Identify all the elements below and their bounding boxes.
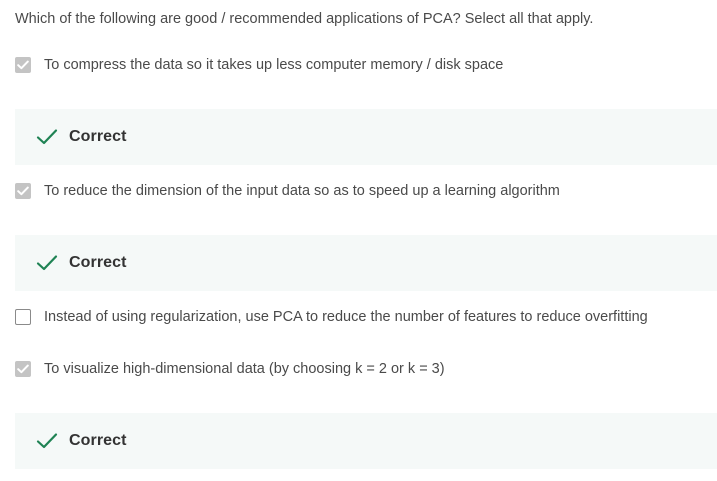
checkbox-unchecked[interactable] bbox=[15, 309, 31, 325]
checkmark-icon bbox=[17, 364, 29, 374]
feedback-correct: Correct bbox=[15, 109, 717, 165]
feedback-label: Correct bbox=[69, 254, 127, 271]
checkbox-checked[interactable] bbox=[15, 361, 31, 377]
feedback-label: Correct bbox=[69, 432, 127, 449]
checkmark-icon bbox=[17, 186, 29, 196]
option-label: Instead of using regularization, use PCA… bbox=[44, 309, 648, 325]
feedback-correct: Correct bbox=[15, 413, 717, 469]
option-visualize-data[interactable]: To visualize high-dimensional data (by c… bbox=[15, 359, 445, 379]
option-label: To visualize high-dimensional data (by c… bbox=[44, 361, 445, 377]
option-label: To reduce the dimension of the input dat… bbox=[44, 183, 560, 199]
checkmark-icon bbox=[17, 60, 29, 70]
feedback-correct: Correct bbox=[15, 235, 717, 291]
correct-check-icon bbox=[36, 432, 58, 450]
checkbox-checked[interactable] bbox=[15, 183, 31, 199]
option-instead-of-regularization[interactable]: Instead of using regularization, use PCA… bbox=[15, 307, 648, 327]
checkbox-checked[interactable] bbox=[15, 57, 31, 73]
question-text: Which of the following are good / recomm… bbox=[15, 11, 594, 27]
option-reduce-dimension[interactable]: To reduce the dimension of the input dat… bbox=[15, 181, 560, 201]
option-compress-data[interactable]: To compress the data so it takes up less… bbox=[15, 55, 503, 75]
correct-check-icon bbox=[36, 254, 58, 272]
option-label: To compress the data so it takes up less… bbox=[44, 57, 504, 73]
feedback-label: Correct bbox=[69, 128, 127, 145]
correct-check-icon bbox=[36, 128, 58, 146]
